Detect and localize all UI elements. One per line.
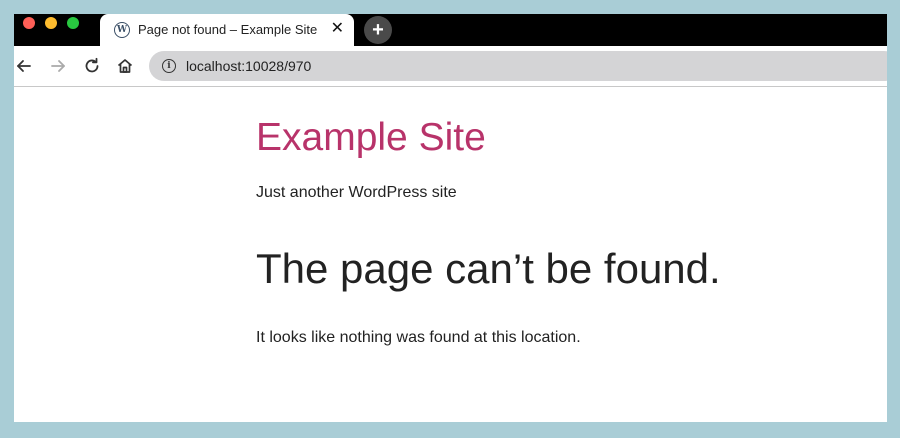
browser-toolbar: i localhost:10028/970 — [14, 46, 887, 87]
page-title: The page can’t be found. — [256, 245, 721, 292]
close-window-button[interactable] — [23, 17, 35, 29]
reload-icon[interactable] — [82, 56, 102, 76]
error-message: It looks like nothing was found at this … — [256, 328, 581, 346]
info-icon[interactable]: i — [162, 59, 176, 73]
minimize-window-button[interactable] — [45, 17, 57, 29]
address-bar[interactable]: i localhost:10028/970 — [149, 51, 887, 81]
back-arrow-icon[interactable] — [14, 56, 34, 76]
maximize-window-button[interactable] — [67, 17, 79, 29]
browser-window: W Page not found – Example Site ✕ + i lo… — [14, 14, 887, 422]
url-text[interactable]: localhost:10028/970 — [186, 58, 311, 74]
tab-title: Page not found – Example Site — [138, 22, 318, 37]
site-tagline: Just another WordPress site — [256, 184, 457, 201]
new-tab-button[interactable]: + — [364, 16, 392, 44]
forward-arrow-icon[interactable] — [48, 56, 68, 76]
home-icon[interactable] — [115, 56, 135, 76]
active-tab[interactable]: W Page not found – Example Site ✕ — [100, 14, 354, 46]
page-content: Example Site Just another WordPress site… — [256, 114, 816, 347]
tab-strip: W Page not found – Example Site ✕ + — [14, 14, 887, 46]
close-tab-icon[interactable]: ✕ — [331, 20, 344, 38]
site-title-link[interactable]: Example Site — [256, 114, 816, 162]
wordpress-icon: W — [114, 22, 130, 38]
